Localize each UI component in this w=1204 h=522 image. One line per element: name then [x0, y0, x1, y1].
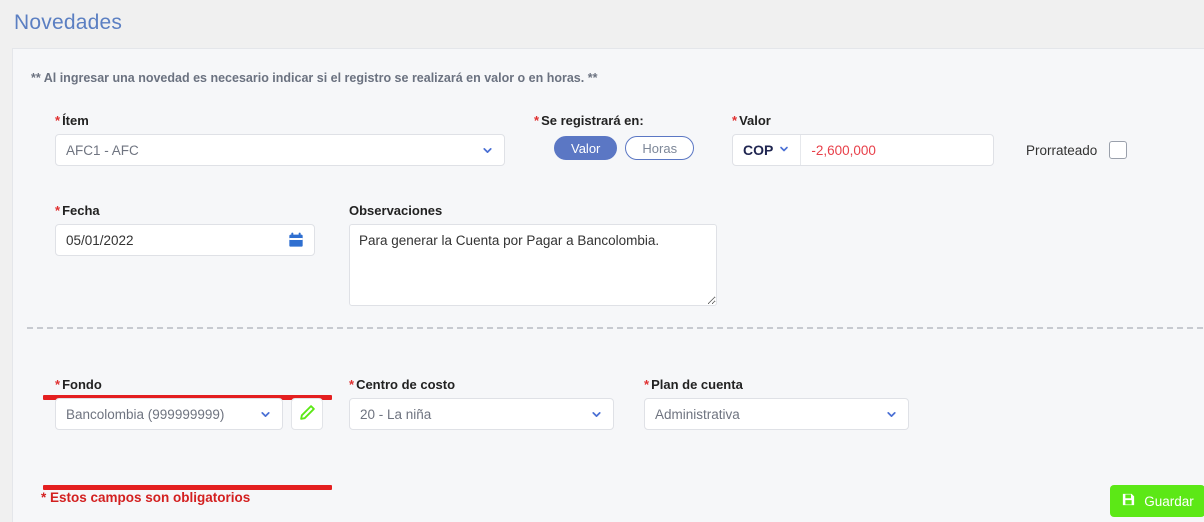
form-row-1: * Ítem AFC1 - AFC * Se registrará en: Valo…: [13, 113, 1204, 203]
chevron-down-icon[interactable]: [880, 408, 902, 421]
valor-label: * Valor: [732, 113, 994, 128]
required-asterisk: *: [644, 377, 650, 392]
centro-de-costo-label: * Centro de costo: [349, 377, 614, 392]
registro-option-valor[interactable]: Valor: [554, 136, 618, 160]
field-plan-de-cuenta: * Plan de cuenta Administrativa: [644, 377, 909, 430]
fondo-label-text: Fondo: [62, 377, 102, 392]
chevron-down-icon[interactable]: [585, 408, 607, 421]
field-fondo: * Fondo Bancolombia (999999999): [55, 377, 323, 430]
save-button-label: Guardar: [1144, 493, 1194, 509]
chevron-down-icon[interactable]: [476, 144, 498, 157]
section-divider: [27, 327, 1203, 329]
item-label: * Ítem: [55, 113, 505, 128]
registro-option-horas[interactable]: Horas: [625, 136, 695, 160]
form-row-3: * Fondo Bancolombia (999999999) * Centro…: [13, 349, 1204, 490]
page-title: Novedades: [14, 11, 123, 34]
chevron-down-icon[interactable]: [254, 408, 276, 421]
required-asterisk: *: [349, 377, 355, 392]
calendar-icon[interactable]: [288, 232, 304, 248]
info-note: ** Al ingresar una novedad es necesario …: [31, 71, 598, 85]
plan-de-cuenta-label-text: Plan de cuenta: [651, 377, 743, 392]
required-asterisk: *: [55, 203, 61, 218]
valor-amount-input[interactable]: -2,600,000: [801, 135, 993, 165]
required-fields-note: * Estos campos son obligatorios: [41, 490, 251, 505]
registro-label-text: Se registrará en:: [541, 113, 644, 128]
fondo-label: * Fondo: [55, 377, 323, 392]
plan-de-cuenta-select[interactable]: Administrativa: [644, 398, 909, 430]
plan-de-cuenta-value: Administrativa: [655, 406, 740, 422]
item-select-value: AFC1 - AFC: [66, 142, 139, 158]
field-item: * Ítem AFC1 - AFC: [55, 113, 505, 166]
registro-toggle-group: Valor Horas: [534, 136, 714, 160]
valor-label-text: Valor: [739, 113, 771, 128]
currency-value: COP: [743, 142, 774, 158]
centro-de-costo-label-text: Centro de costo: [356, 377, 456, 392]
field-prorrateado: Prorrateado: [1026, 141, 1128, 159]
registro-label: * Se registrará en:: [534, 113, 714, 128]
field-valor: * Valor COP -2,600,000: [732, 113, 994, 166]
required-asterisk: *: [55, 113, 61, 128]
plan-de-cuenta-label: * Plan de cuenta: [644, 377, 909, 392]
prorrateado-checkbox[interactable]: [1109, 141, 1128, 159]
required-asterisk: *: [55, 377, 61, 392]
fecha-label: * Fecha: [55, 203, 315, 218]
fondo-select[interactable]: Bancolombia (999999999): [55, 398, 283, 430]
form-row-2: * Fecha 05/01/2022 Observaciones: [13, 203, 1204, 363]
observaciones-label: Observaciones: [349, 203, 443, 218]
field-registro: * Se registrará en: Valor Horas: [534, 113, 714, 160]
save-button[interactable]: Guardar: [1110, 485, 1204, 517]
novedades-form-card: ** Al ingresar una novedad es necesario …: [12, 48, 1204, 522]
fecha-input[interactable]: 05/01/2022: [55, 224, 315, 256]
fecha-label-text: Fecha: [62, 203, 100, 218]
centro-de-costo-value: 20 - La niña: [360, 406, 432, 422]
pencil-icon: [299, 404, 316, 424]
required-asterisk: *: [732, 113, 738, 128]
field-observaciones: Observaciones: [349, 203, 717, 309]
item-label-text: Ítem: [62, 113, 89, 128]
currency-selector[interactable]: COP: [733, 135, 802, 165]
fecha-value: 05/01/2022: [66, 232, 134, 248]
field-fecha: * Fecha 05/01/2022: [55, 203, 315, 256]
floppy-disk-icon: [1121, 492, 1136, 510]
required-asterisk: *: [534, 113, 540, 128]
chevron-down-icon[interactable]: [778, 142, 790, 158]
prorrateado-label: Prorrateado: [1026, 142, 1098, 158]
field-centro-de-costo: * Centro de costo 20 - La niña: [349, 377, 614, 430]
valor-input-group: COP -2,600,000: [732, 134, 994, 166]
centro-de-costo-select[interactable]: 20 - La niña: [349, 398, 614, 430]
item-select[interactable]: AFC1 - AFC: [55, 134, 505, 166]
fondo-row: Bancolombia (999999999): [55, 398, 323, 430]
page-header: Novedades: [0, 0, 1204, 46]
fondo-edit-button[interactable]: [291, 398, 323, 430]
fondo-select-value: Bancolombia (999999999): [66, 406, 225, 422]
observaciones-textarea[interactable]: [349, 224, 717, 306]
